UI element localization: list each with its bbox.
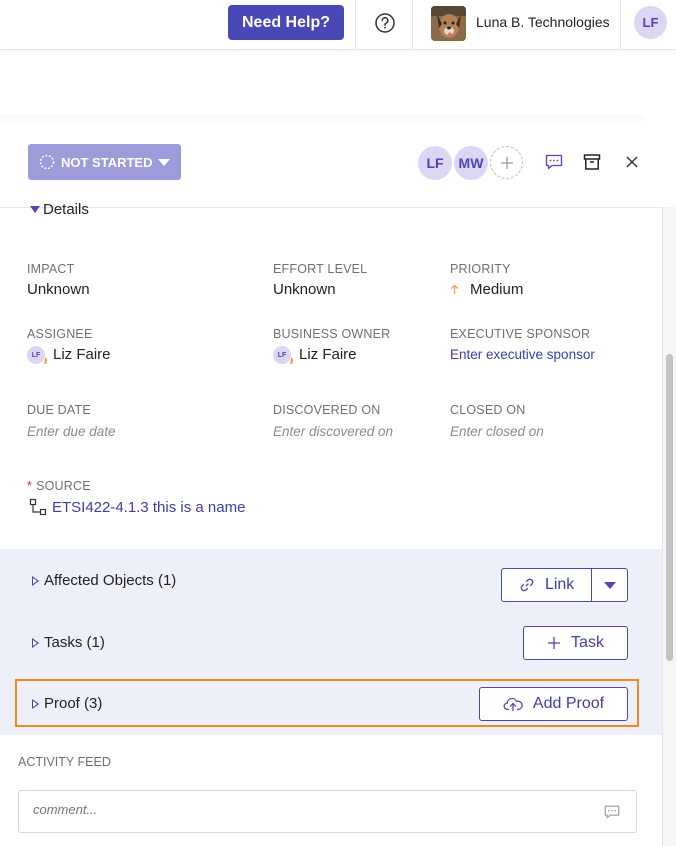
business-owner-name: Liz Faire	[299, 346, 357, 363]
archive-icon[interactable]	[582, 152, 602, 172]
help-question-icon[interactable]	[374, 12, 396, 34]
assignee-avatar[interactable]: LF	[418, 146, 452, 180]
tasks-title: Tasks (1)	[44, 634, 105, 651]
discovered-on-field[interactable]: Enter discovered on	[273, 424, 393, 439]
top-bar: Need Help? Luna B. Technologies LF	[0, 0, 676, 50]
divider	[0, 207, 662, 208]
proof-title: Proof (3)	[44, 695, 103, 712]
chevron-down-icon	[603, 581, 616, 589]
comment-icon[interactable]	[544, 152, 564, 172]
required-marker: *	[27, 479, 33, 493]
caret-right-icon	[32, 698, 39, 709]
source-link[interactable]: ETSI422-4.1.3 this is a name	[52, 499, 245, 516]
add-task-label: Task	[571, 634, 604, 651]
key-icon: ⚷	[42, 358, 48, 366]
plus-icon	[547, 636, 561, 650]
assignee-name: Liz Faire	[53, 346, 111, 363]
cloud-upload-icon	[503, 696, 523, 712]
executive-sponsor-label: EXECUTIVE SPONSOR	[450, 327, 591, 341]
arrow-up-icon	[450, 284, 459, 294]
comment-input[interactable]	[33, 802, 573, 817]
status-spinner-icon	[39, 154, 55, 170]
activity-feed-label: ACTIVITY FEED	[18, 755, 111, 769]
source-label: * SOURCE	[27, 479, 91, 493]
priority-text: Medium	[470, 281, 524, 298]
tasks-toggle[interactable]: Tasks (1)	[32, 634, 105, 651]
caret-down-icon	[30, 206, 40, 213]
add-proof-button[interactable]: Add Proof	[479, 687, 628, 721]
org-avatar[interactable]	[431, 6, 466, 41]
add-proof-label: Add Proof	[532, 695, 605, 712]
assignee-label: ASSIGNEE	[27, 327, 93, 341]
close-icon[interactable]	[622, 152, 642, 172]
link-icon	[519, 577, 535, 593]
avatar: LF ⚷	[273, 346, 294, 366]
need-help-button[interactable]: Need Help?	[228, 5, 344, 40]
details-label: Details	[43, 201, 89, 218]
closed-on-label: CLOSED ON	[450, 403, 526, 417]
status-label: NOT STARTED	[61, 154, 153, 170]
comment-icon	[604, 805, 620, 819]
affected-objects-toggle[interactable]: Affected Objects (1)	[32, 572, 176, 589]
priority-value[interactable]: Medium	[450, 281, 523, 298]
proof-toggle[interactable]: Proof (3)	[32, 695, 102, 712]
plus-icon	[500, 156, 513, 169]
panel-top-shadow	[0, 115, 645, 127]
divider	[620, 0, 621, 50]
discovered-on-label: DISCOVERED ON	[273, 403, 381, 417]
avatar: LF ⚷	[27, 346, 48, 366]
user-avatar[interactable]: LF	[634, 6, 667, 39]
hierarchy-icon	[29, 498, 47, 516]
details-toggle[interactable]: Details	[30, 201, 89, 218]
priority-label: PRIORITY	[450, 262, 511, 276]
add-assignee-button[interactable]	[490, 146, 523, 179]
impact-label: IMPACT	[27, 262, 75, 276]
status-dropdown[interactable]: NOT STARTED	[28, 144, 181, 180]
affected-objects-title: Affected Objects (1)	[44, 572, 177, 589]
chevron-down-icon	[158, 158, 171, 166]
divider	[412, 0, 413, 50]
business-owner-label: BUSINESS OWNER	[273, 327, 391, 341]
caret-right-icon	[32, 575, 39, 586]
comment-box[interactable]	[18, 790, 637, 833]
due-date-field[interactable]: Enter due date	[27, 424, 116, 439]
due-date-label: DUE DATE	[27, 403, 91, 417]
link-button-label: Link	[544, 576, 575, 593]
impact-value[interactable]: Unknown	[27, 281, 90, 298]
divider	[355, 0, 356, 50]
effort-level-value[interactable]: Unknown	[273, 281, 336, 298]
executive-sponsor-field[interactable]: Enter executive sponsor	[450, 347, 595, 362]
link-button[interactable]: Link	[502, 569, 593, 601]
closed-on-field[interactable]: Enter closed on	[450, 424, 544, 439]
source-value[interactable]: ETSI422-4.1.3 this is a name	[29, 498, 245, 516]
key-icon: ⚷	[288, 358, 294, 366]
assignee-avatar[interactable]: MW	[454, 146, 488, 180]
caret-right-icon	[32, 637, 39, 648]
link-dropdown-toggle[interactable]	[592, 581, 627, 589]
org-name[interactable]: Luna B. Technologies	[476, 14, 610, 30]
business-owner-value[interactable]: LF ⚷ Liz Faire	[273, 346, 357, 366]
scrollbar-thumb[interactable]	[666, 354, 673, 661]
effort-level-label: EFFORT LEVEL	[273, 262, 368, 276]
add-task-button[interactable]: Task	[523, 626, 628, 660]
link-split-button[interactable]: Link	[501, 568, 628, 602]
assignee-value[interactable]: LF ⚷ Liz Faire	[27, 346, 111, 366]
